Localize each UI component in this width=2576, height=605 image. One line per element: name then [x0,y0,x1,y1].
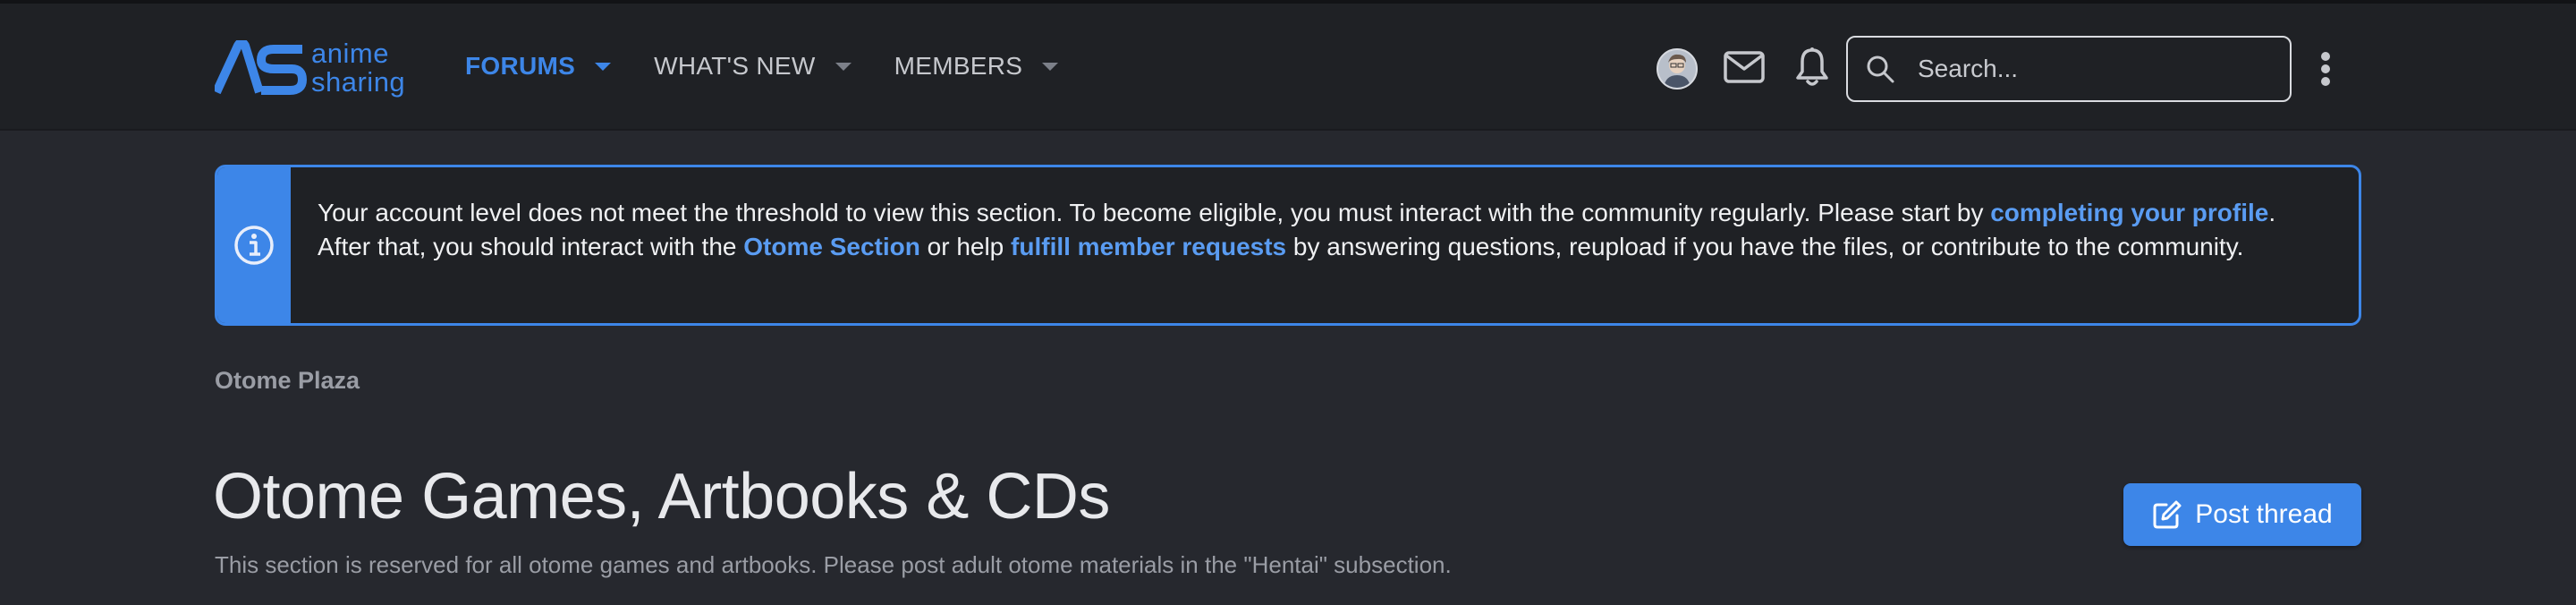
chevron-down-icon[interactable] [835,62,852,71]
nav-forums[interactable]: FORUMS [465,52,612,81]
notice-text: Your account level does not meet the thr… [291,167,2359,323]
logo-wordmark: anime sharing [311,39,405,97]
page-description: This section is reserved for all otome g… [215,551,1452,578]
bell-icon[interactable] [1792,47,1832,88]
notice-text-3: or help [919,233,1012,260]
nav-members[interactable]: MEMBERS [894,52,1059,81]
otome-section-link[interactable]: Otome Section [743,233,920,260]
page-title: Otome Games, Artbooks & CDs [213,461,1110,533]
mail-icon[interactable] [1723,50,1766,84]
search-input[interactable] [1916,54,2277,84]
logo-line-2: sharing [311,66,406,98]
avatar-image [1658,50,1696,88]
nav-forums-label: FORUMS [465,52,576,80]
avatar[interactable] [1657,48,1698,89]
post-thread-button[interactable]: Post thread [2123,483,2361,546]
notice-side-bar [217,167,291,323]
chevron-down-icon[interactable] [595,62,612,71]
main-nav: FORUMS WHAT'S NEW MEMBERS [465,4,1101,129]
access-notice: Your account level does not meet the thr… [215,165,2361,326]
site-logo[interactable]: anime sharing [215,36,405,100]
info-circle-icon [234,226,274,265]
nav-members-label: MEMBERS [894,52,1023,80]
chevron-down-icon[interactable] [1042,62,1059,71]
search-box[interactable] [1846,36,2292,102]
member-requests-link[interactable]: fulfill member requests [1011,233,1286,260]
kebab-dot [2321,64,2330,73]
edit-icon [2153,500,2182,529]
breadcrumb[interactable]: Otome Plaza [215,367,360,395]
completing-profile-link[interactable]: completing your profile [1990,199,2268,226]
search-icon [1867,55,1894,83]
nav-whats-new[interactable]: WHAT'S NEW [654,52,852,81]
post-thread-label: Post thread [2195,499,2333,529]
kebab-dot [2321,52,2330,61]
logo-line-1: anime [311,38,389,69]
logo-mark [215,40,307,95]
more-vertical-icon[interactable] [2313,52,2338,88]
nav-whats-new-label: WHAT'S NEW [654,52,816,80]
kebab-dot [2321,77,2330,86]
notice-text-1: Your account level does not meet the thr… [318,199,1991,226]
notice-text-4: by answering questions, reupload if you … [1286,233,2244,260]
